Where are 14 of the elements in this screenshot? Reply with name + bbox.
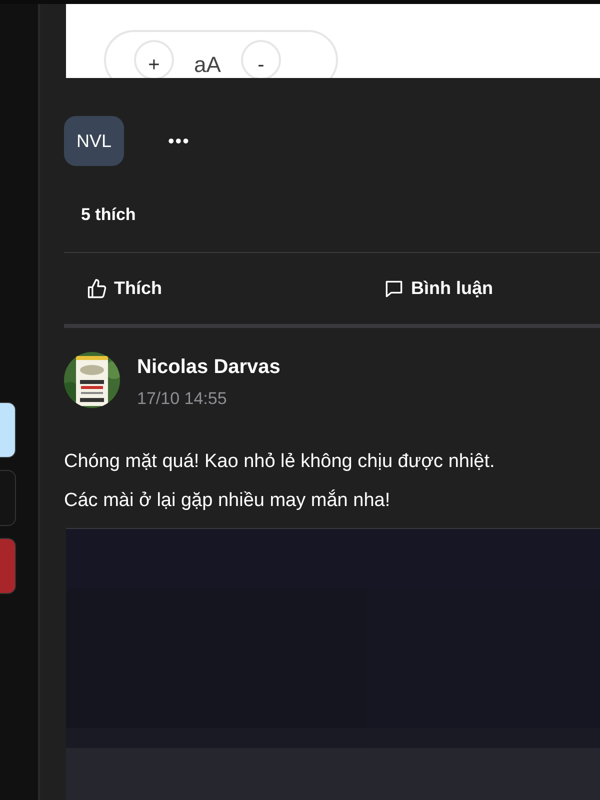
font-size-label: aA bbox=[194, 51, 221, 78]
post-text: Các mài ở lại gặp nhiều may mắn nha! bbox=[64, 488, 392, 512]
likes-count: 5 thích bbox=[81, 205, 136, 224]
group-avatar[interactable]: NVL bbox=[64, 116, 124, 166]
author-name[interactable]: Nicolas Darvas bbox=[137, 352, 280, 382]
side-button[interactable] bbox=[0, 402, 16, 458]
like-button[interactable]: Thích bbox=[86, 275, 383, 302]
increase-button[interactable]: + bbox=[134, 40, 174, 78]
more-button[interactable]: ••• bbox=[162, 126, 196, 156]
thumbs-up-icon bbox=[86, 278, 108, 300]
comment-button[interactable]: Bình luận bbox=[383, 275, 493, 302]
post-time: 17/10 14:55 bbox=[137, 388, 228, 410]
post-text: Chóng mặt quá! Kao nhỏ lẻ không chịu được nhiệt. bbox=[64, 450, 496, 474]
decrease-button[interactable]: - bbox=[240, 40, 281, 78]
